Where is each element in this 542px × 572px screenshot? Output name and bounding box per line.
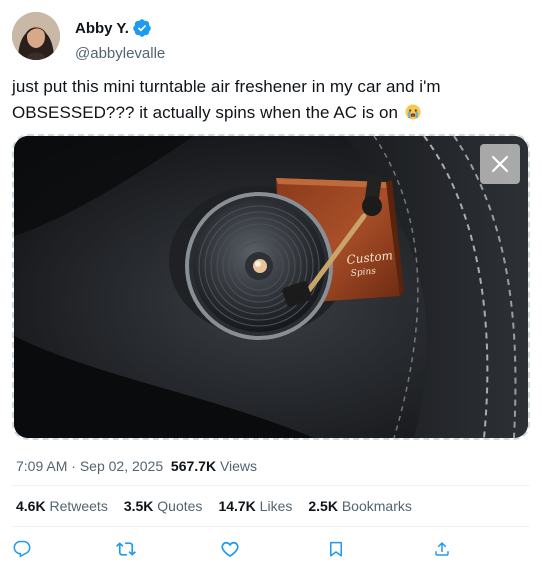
crying-face-icon	[405, 102, 421, 120]
quotes-label: Quotes	[153, 498, 203, 514]
author-name[interactable]: Abby Y.	[75, 20, 129, 37]
quotes-stat[interactable]: 3.5K Quotes	[124, 498, 203, 514]
reply-icon	[13, 540, 31, 558]
post-date[interactable]: Sep 02, 2025	[80, 458, 163, 474]
share-icon	[435, 541, 449, 556]
close-media-button[interactable]	[480, 144, 520, 184]
divider-top	[12, 485, 530, 486]
post-text: just put this mini turntable air freshen…	[12, 74, 532, 126]
verified-badge-icon	[132, 18, 152, 38]
quotes-count: 3.5K	[123, 498, 154, 514]
action-bar	[0, 536, 542, 562]
reply-button[interactable]	[11, 538, 33, 560]
retweet-button[interactable]	[115, 538, 137, 560]
like-button[interactable]	[219, 538, 241, 560]
views-count: 567.7K	[170, 458, 217, 474]
post-meta: 7:09 AM · Sep 02, 2025 567.7K Views	[16, 458, 257, 474]
turntable-photo: Custom Spins	[14, 136, 528, 438]
likes-count: 14.7K	[218, 498, 256, 514]
retweets-stat[interactable]: 4.6K Retweets	[16, 498, 108, 514]
meta-separator: ·	[67, 458, 80, 474]
likes-stat[interactable]: 14.7K Likes	[218, 498, 292, 514]
engagement-stats: 4.6K Retweets 3.5K Quotes 14.7K Likes 2.…	[16, 498, 428, 514]
avatar[interactable]	[12, 12, 60, 60]
author-handle[interactable]: @abbylevalle	[75, 45, 165, 62]
retweets-count: 4.6K	[16, 498, 46, 514]
post-header: Abby Y. @abbylevalle	[12, 12, 530, 62]
likes-label: Likes	[255, 498, 293, 514]
bookmark-button[interactable]	[325, 538, 347, 560]
post-media[interactable]: Custom Spins	[12, 134, 530, 440]
bookmarks-label: Bookmarks	[337, 498, 412, 514]
post-time[interactable]: 7:09 AM	[16, 458, 67, 474]
close-icon	[491, 155, 509, 173]
bookmarks-count: 2.5K	[308, 498, 338, 514]
retweets-label: Retweets	[45, 498, 108, 514]
post-body: just put this mini turntable air freshen…	[12, 77, 441, 122]
retweet-icon	[116, 542, 136, 556]
like-icon	[221, 541, 239, 558]
share-button[interactable]	[431, 538, 453, 560]
bookmark-icon	[330, 541, 342, 557]
divider-bottom	[12, 526, 530, 527]
views-label: Views	[216, 458, 258, 474]
bookmarks-stat[interactable]: 2.5K Bookmarks	[308, 498, 412, 514]
